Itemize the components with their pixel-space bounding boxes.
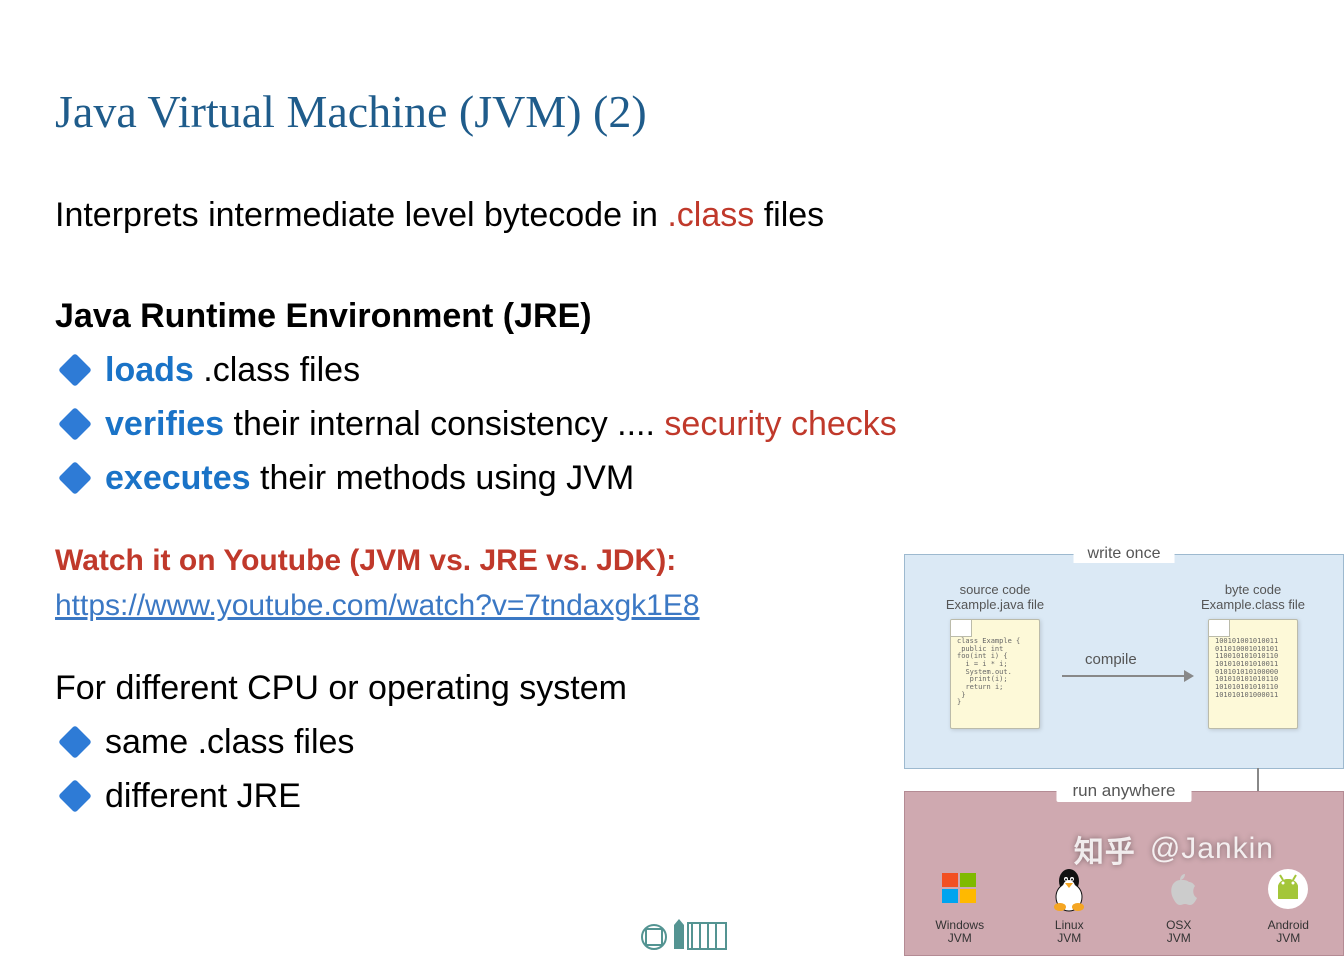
jre-key: executes bbox=[105, 459, 251, 497]
bytecode-doc-icon: 100101001010011 011010001010101 11001010… bbox=[1208, 619, 1298, 729]
run-anywhere-label: run anywhere bbox=[1056, 780, 1191, 802]
jre-item-executes: executes their methods using JVM bbox=[55, 456, 1289, 502]
jvm-label: AndroidJVM bbox=[1248, 919, 1328, 945]
jvm-row: WindowsJVM bbox=[905, 865, 1343, 945]
jre-red: security checks bbox=[664, 405, 896, 443]
source-content: class Example { public int foo(int i) { … bbox=[957, 638, 1033, 707]
jvm-label: WindowsJVM bbox=[920, 919, 1000, 945]
wora-diagram: write once source code Example.java file… bbox=[904, 554, 1344, 956]
jre-item-verifies: verifies their internal consistency ....… bbox=[55, 402, 1289, 448]
source-caption2: Example.java file bbox=[946, 597, 1044, 612]
jvm-android: AndroidJVM bbox=[1248, 865, 1328, 945]
jvm-sub: JVM bbox=[948, 931, 972, 945]
jvm-label: LinuxJVM bbox=[1029, 919, 1109, 945]
jre-key: loads bbox=[105, 351, 194, 389]
jvm-name: Windows bbox=[935, 918, 984, 932]
slide: Java Virtual Machine (JVM) (2) Interpret… bbox=[0, 0, 1344, 966]
jvm-windows: WindowsJVM bbox=[920, 865, 1000, 945]
intro-highlight: .class bbox=[667, 196, 754, 234]
jre-rest: their methods using JVM bbox=[251, 459, 635, 497]
intro-suffix: files bbox=[754, 196, 824, 234]
bytecode-content: 100101001010011 011010001010101 11001010… bbox=[1215, 638, 1291, 700]
jre-key: verifies bbox=[105, 405, 224, 443]
jre-rest: their internal consistency .... bbox=[224, 405, 664, 443]
source-caption1: source code bbox=[960, 582, 1031, 597]
linux-icon bbox=[1045, 865, 1093, 913]
jre-item-loads: loads .class files bbox=[55, 348, 1289, 394]
compile-arrow-icon bbox=[1062, 675, 1192, 677]
watch-url[interactable]: https://www.youtube.com/watch?v=7tndaxgk… bbox=[55, 589, 700, 622]
jvm-linux: LinuxJVM bbox=[1029, 865, 1109, 945]
bytecode-caption2: Example.class file bbox=[1201, 597, 1305, 612]
bytecode-file: byte code Example.class file 10010100101… bbox=[1193, 583, 1313, 729]
jvm-name: OSX bbox=[1166, 918, 1191, 932]
jvm-name: Linux bbox=[1055, 918, 1084, 932]
intro-prefix: Interprets intermediate level bytecode i… bbox=[55, 196, 667, 234]
bytecode-caption: byte code Example.class file bbox=[1193, 583, 1313, 613]
jre-list: loads .class files verifies their intern… bbox=[55, 348, 1289, 502]
diagram-write-once: write once source code Example.java file… bbox=[904, 554, 1344, 769]
android-icon bbox=[1264, 865, 1312, 913]
compile-label: compile bbox=[1085, 651, 1137, 668]
jvm-sub: JVM bbox=[1167, 931, 1191, 945]
source-file: source code Example.java file class Exam… bbox=[935, 583, 1055, 729]
bytecode-caption1: byte code bbox=[1225, 582, 1281, 597]
jvm-label: OSXJVM bbox=[1139, 919, 1219, 945]
jre-heading: Java Runtime Environment (JRE) bbox=[55, 294, 1289, 340]
jvm-name: Android bbox=[1268, 918, 1309, 932]
jre-rest: .class files bbox=[194, 351, 360, 389]
jvm-osx: OSXJVM bbox=[1139, 865, 1219, 945]
footer-decoration-icon bbox=[640, 917, 730, 960]
apple-icon bbox=[1155, 865, 1203, 913]
source-caption: source code Example.java file bbox=[935, 583, 1055, 613]
diagram-run-anywhere: run anywhere WindowsJVM bbox=[904, 791, 1344, 956]
intro-line: Interprets intermediate level bytecode i… bbox=[55, 193, 1289, 239]
jvm-sub: JVM bbox=[1057, 931, 1081, 945]
slide-title: Java Virtual Machine (JVM) (2) bbox=[55, 85, 1289, 138]
source-doc-icon: class Example { public int foo(int i) { … bbox=[950, 619, 1040, 729]
write-once-label: write once bbox=[1074, 545, 1175, 563]
jvm-sub: JVM bbox=[1276, 931, 1300, 945]
windows-icon bbox=[936, 865, 984, 913]
